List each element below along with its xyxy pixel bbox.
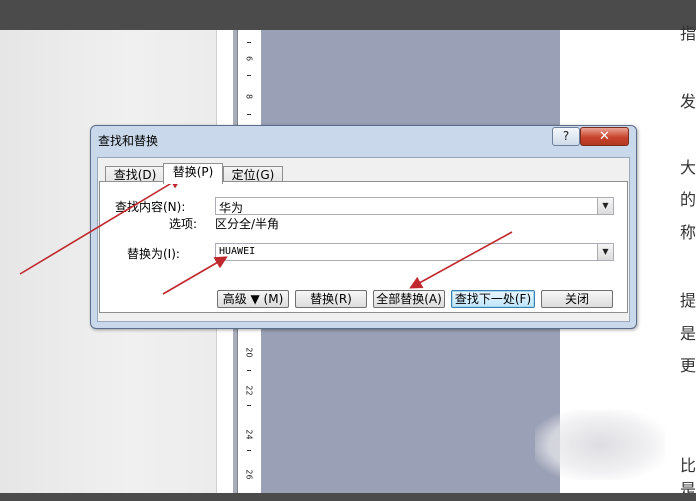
ruler-tick bbox=[247, 405, 251, 406]
ruler-number: 6 bbox=[244, 55, 254, 62]
document-text-char: 的 bbox=[680, 190, 696, 209]
document-text-char: 大 bbox=[680, 158, 696, 177]
find-next-button[interactable]: 查找下一处(F) bbox=[451, 290, 535, 308]
chevron-down-icon[interactable]: ▼ bbox=[597, 198, 613, 214]
document-text-char: 是 bbox=[680, 324, 696, 343]
find-what-value: 华为 bbox=[219, 201, 244, 215]
document-text-char: 指 bbox=[680, 24, 696, 43]
ruler-tick bbox=[247, 114, 251, 115]
find-what-label: 查找内容(N): bbox=[115, 200, 186, 214]
help-button[interactable]: ? bbox=[552, 127, 580, 146]
ruler-tick bbox=[247, 42, 251, 43]
chevron-down-icon[interactable]: ▼ bbox=[597, 244, 613, 260]
document-text-char: 称 bbox=[680, 223, 696, 242]
document-text-char: 发 bbox=[680, 92, 696, 111]
ruler-number: 22 bbox=[244, 385, 254, 396]
document-text-char: 比 bbox=[680, 456, 696, 475]
more-options-button[interactable]: 高级 ▼ (M) bbox=[217, 290, 289, 308]
blur-overlay bbox=[535, 410, 665, 480]
replace-button[interactable]: 替换(R) bbox=[295, 290, 367, 308]
ruler-number: 20 bbox=[244, 347, 254, 358]
options-label: 选项: bbox=[169, 217, 198, 231]
ruler-number: 24 bbox=[244, 429, 254, 440]
find-what-combobox[interactable]: 华为 ▼ bbox=[215, 197, 614, 215]
replace-with-value: HUAWEI bbox=[219, 246, 256, 257]
options-value: 区分全/半角 bbox=[215, 217, 280, 231]
dialog-close-button[interactable]: ✕ bbox=[580, 127, 629, 146]
find-replace-dialog[interactable]: 查找和替换 ? ✕ 查找(D) 替换(P) 定位(G) 查找内容(N): 华为 … bbox=[90, 125, 637, 329]
ruler-tick bbox=[247, 370, 251, 371]
cancel-close-button[interactable]: 关闭 bbox=[541, 290, 613, 308]
document-text-char: 提 bbox=[680, 291, 696, 310]
document-text-char: 更 bbox=[680, 356, 696, 375]
replace-with-label: 替换为(I): bbox=[127, 247, 180, 261]
ruler-tick bbox=[247, 450, 251, 451]
window-bottom-bar bbox=[0, 493, 696, 501]
window-top-bar bbox=[0, 0, 696, 30]
replace-all-button[interactable]: 全部替换(A) bbox=[373, 290, 445, 308]
dialog-title: 查找和替换 bbox=[98, 134, 159, 148]
ruler-number: 8 bbox=[244, 93, 254, 100]
replace-with-combobox[interactable]: HUAWEI ▼ bbox=[215, 243, 614, 261]
ruler-tick bbox=[247, 75, 251, 76]
ruler-number: 26 bbox=[244, 469, 254, 480]
tab-replace[interactable]: 替换(P) bbox=[163, 163, 223, 184]
